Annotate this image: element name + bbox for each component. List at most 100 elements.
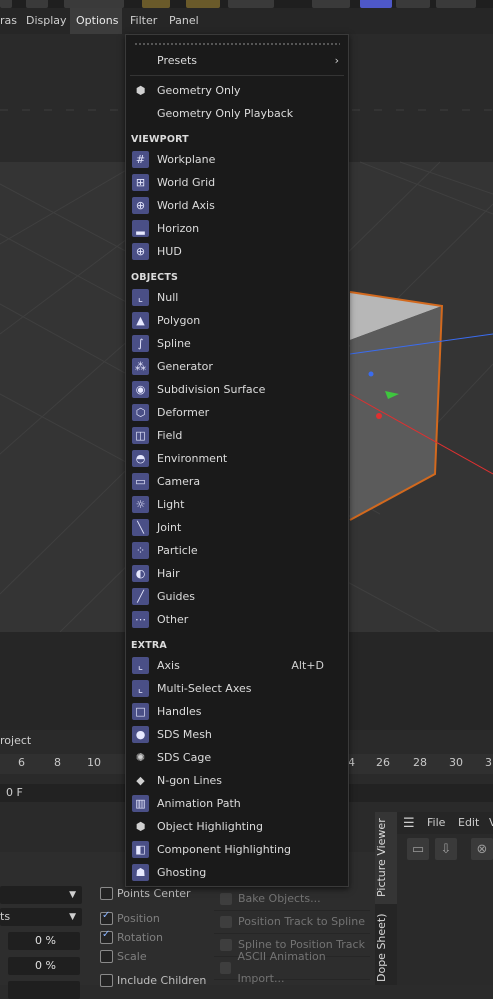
position-row[interactable]: Position: [100, 910, 160, 925]
menu-item-label: Ghosting: [157, 866, 207, 879]
menu-item-label: N-gon Lines: [157, 774, 223, 787]
menu-item-object-highlighting[interactable]: ⬢ Object Highlighting: [126, 815, 348, 838]
pv-menu-more[interactable]: V: [489, 816, 493, 829]
menu-item-workplane[interactable]: # Workplane: [126, 148, 348, 171]
toolbar-button[interactable]: [0, 0, 12, 8]
menu-panel[interactable]: Panel: [163, 8, 205, 34]
tear-off-handle[interactable]: [134, 42, 340, 46]
toolbar-button[interactable]: [228, 0, 274, 8]
particle-icon: ⁘: [132, 542, 149, 559]
menu-item-light[interactable]: ☼ Light: [126, 493, 348, 516]
menu-item-null[interactable]: ⌞ Null: [126, 286, 348, 309]
percent-field-1[interactable]: 0 %: [8, 932, 80, 950]
open-folder-icon[interactable]: ▭: [407, 838, 429, 860]
ascii-animation-import-item[interactable]: ASCII Animation Import...: [214, 950, 370, 985]
component-highlighting-icon: ◧: [132, 841, 149, 858]
environment-icon: ◓: [132, 450, 149, 467]
handles-icon: □: [132, 703, 149, 720]
percent-field-2[interactable]: 0 %: [8, 957, 80, 975]
points-center-checkbox[interactable]: [100, 887, 113, 900]
toolbar-button[interactable]: [64, 0, 124, 8]
mode-dropdown[interactable]: ▼: [0, 886, 82, 904]
toolbar-button[interactable]: [312, 0, 350, 8]
options-dropdown-menu: Presets › ⬢ Geometry Only Geometry Only …: [125, 34, 349, 887]
menu-item-label: Polygon: [157, 314, 201, 327]
pv-menu-file[interactable]: File: [427, 816, 445, 829]
menu-item-label: Other: [157, 613, 189, 626]
toolbar-button[interactable]: [186, 0, 220, 8]
menu-item-label: World Grid: [157, 176, 216, 189]
menu-item-hair[interactable]: ◐ Hair: [126, 562, 348, 585]
include-children-checkbox[interactable]: [100, 974, 113, 987]
menu-item-multi-select-axes[interactable]: ⌞ Multi-Select Axes: [126, 677, 348, 700]
menu-item-world-grid[interactable]: ⊞ World Grid: [126, 171, 348, 194]
toolbar-button[interactable]: [142, 0, 170, 8]
stop-icon[interactable]: ⊗: [471, 838, 493, 860]
menu-item-ghosting[interactable]: ☗ Ghosting: [126, 861, 348, 884]
scale-row[interactable]: Scale: [100, 950, 147, 963]
subdivision-surface-icon: ◉: [132, 381, 149, 398]
menu-item-generator[interactable]: ⁂ Generator: [126, 355, 348, 378]
camera-icon: ▭: [132, 473, 149, 490]
rotation-row[interactable]: Rotation: [100, 929, 163, 944]
menu-item-ngon-lines[interactable]: ◆ N-gon Lines: [126, 769, 348, 792]
menu-item-component-highlighting[interactable]: ◧ Component Highlighting: [126, 838, 348, 861]
field-3[interactable]: [8, 981, 80, 999]
picture-viewer-panel: ☰ File Edit V ▭ ⇩ ⊗: [397, 812, 493, 985]
menu-item-presets[interactable]: Presets ›: [126, 49, 348, 72]
position-track-to-spline-item[interactable]: Position Track to Spline: [214, 911, 370, 934]
menu-item-hud[interactable]: ⊕ HUD: [126, 240, 348, 263]
null-icon: ⌞: [132, 289, 149, 306]
menu-item-geometry-only-playback[interactable]: Geometry Only Playback: [126, 102, 348, 125]
space-dropdown[interactable]: ts ▼: [0, 908, 82, 926]
scale-checkbox[interactable]: [100, 950, 113, 963]
section-objects: OBJECTS: [131, 272, 179, 283]
menu-item-guides[interactable]: ╱ Guides: [126, 585, 348, 608]
tab-picture-viewer[interactable]: Picture Viewer: [375, 812, 397, 904]
sds-cage-icon: ✺: [135, 751, 146, 764]
menu-item-horizon[interactable]: ▂ Horizon: [126, 217, 348, 240]
rotation-checkbox[interactable]: [100, 929, 113, 944]
toolbar-button[interactable]: [436, 0, 476, 8]
menu-item-deformer[interactable]: ⬡ Deformer: [126, 401, 348, 424]
tab-dope-sheet[interactable]: Dope Sheet): [375, 910, 397, 985]
toolbar-button[interactable]: [26, 0, 48, 8]
menu-item-handles[interactable]: □ Handles: [126, 700, 348, 723]
points-center-row[interactable]: Points Center: [100, 887, 191, 900]
multi-select-axes-icon: ⌞: [132, 680, 149, 697]
menu-options[interactable]: Options: [70, 8, 122, 34]
include-children-row[interactable]: Include Children: [100, 974, 206, 987]
menu-item-spline[interactable]: ∫ Spline: [126, 332, 348, 355]
menu-item-other[interactable]: ⋯ Other: [126, 608, 348, 631]
bake-objects-item[interactable]: Bake Objects...: [214, 888, 370, 911]
menu-item-camera[interactable]: ▭ Camera: [126, 470, 348, 493]
hamburger-icon[interactable]: ☰: [403, 816, 415, 831]
toolbar-button[interactable]: [396, 0, 430, 8]
menu-item-particle[interactable]: ⁘ Particle: [126, 539, 348, 562]
menu-item-world-axis[interactable]: ⊕ World Axis: [126, 194, 348, 217]
menu-item-sds-mesh[interactable]: ● SDS Mesh: [126, 723, 348, 746]
ruler-tick: 26: [376, 756, 390, 769]
position-checkbox[interactable]: [100, 910, 113, 925]
menu-item-joint[interactable]: ╲ Joint: [126, 516, 348, 539]
save-icon[interactable]: ⇩: [435, 838, 457, 860]
toolbar-button[interactable]: [360, 0, 392, 8]
menu-filter[interactable]: Filter: [124, 8, 163, 34]
menu-item-animation-path[interactable]: ▥ Animation Path: [126, 792, 348, 815]
space-dropdown-value: ts: [0, 910, 11, 923]
scale-label: Scale: [117, 950, 147, 963]
menu-item-polygon[interactable]: ▲ Polygon: [126, 309, 348, 332]
ruler-tick: 3: [485, 756, 492, 769]
menu-item-sds-cage[interactable]: ✺ SDS Cage: [126, 746, 348, 769]
menu-item-axis[interactable]: ⌞ Axis Alt+D: [126, 654, 348, 677]
menu-display[interactable]: Display: [20, 8, 73, 34]
menu-item-subdivision-surface[interactable]: ◉ Subdivision Surface: [126, 378, 348, 401]
menu-item-label: SDS Mesh: [157, 728, 212, 741]
pv-menu-edit[interactable]: Edit: [458, 816, 479, 829]
menu-item-label: HUD: [157, 245, 182, 258]
menu-item-environment[interactable]: ◓ Environment: [126, 447, 348, 470]
menu-item-geometry-only[interactable]: ⬢ Geometry Only: [126, 79, 348, 102]
menu-item-label: Horizon: [157, 222, 200, 235]
menu-item-field[interactable]: ◫ Field: [126, 424, 348, 447]
menu-separator: [130, 75, 344, 76]
